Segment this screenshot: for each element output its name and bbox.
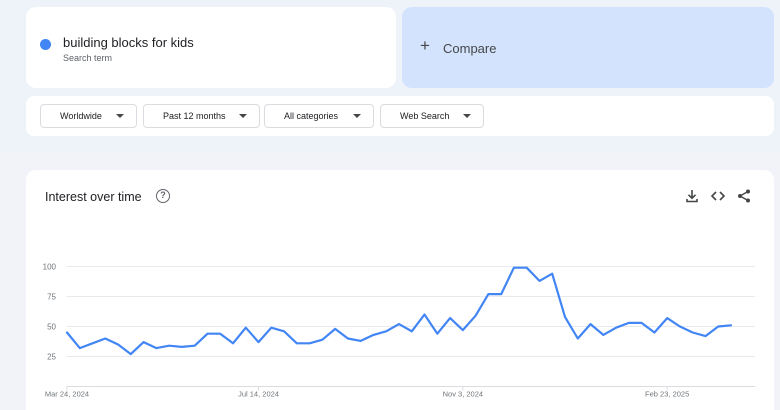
- plus-icon: +: [420, 36, 430, 55]
- filter-search-type-label: Web Search: [400, 111, 450, 121]
- caret-down-icon: [353, 114, 361, 118]
- series-line: [65, 266, 733, 356]
- caret-down-icon: [463, 114, 471, 118]
- caret-down-icon: [116, 114, 124, 118]
- x-tick-label: Nov 3, 2024: [443, 390, 483, 399]
- search-term-type: Search term: [63, 53, 113, 63]
- filter-category[interactable]: All categories: [264, 104, 374, 128]
- filter-bar: Worldwide Past 12 months All categories …: [26, 96, 774, 136]
- x-tick-label: Feb 23, 2025: [645, 390, 689, 399]
- interest-over-time-card: Interest over time ? 100 75 50 25 Mar 24, 20…: [26, 170, 774, 410]
- x-tick-label: Mar 24, 2024: [45, 390, 89, 399]
- filter-category-label: All categories: [284, 111, 339, 121]
- filter-location-label: Worldwide: [60, 111, 102, 121]
- compare-button[interactable]: + Compare: [402, 7, 774, 88]
- search-term-card[interactable]: building blocks for kids Search term: [26, 7, 396, 88]
- y-tick-label: 75: [47, 293, 56, 302]
- caret-down-icon: [239, 114, 247, 118]
- search-term-label: building blocks for kids: [63, 35, 194, 50]
- series-color-dot: [40, 39, 51, 50]
- filter-time-range[interactable]: Past 12 months: [143, 104, 260, 128]
- y-tick-label: 100: [43, 263, 57, 272]
- filter-search-type[interactable]: Web Search: [380, 104, 484, 128]
- filter-location[interactable]: Worldwide: [40, 104, 137, 128]
- compare-label: Compare: [443, 41, 497, 56]
- interest-line-chart: 100 75 50 25 Mar 24, 2024 Jul 14, 2024 Nov 3, …: [43, 263, 755, 399]
- y-tick-label: 25: [47, 353, 56, 362]
- filter-time-range-label: Past 12 months: [163, 111, 226, 121]
- x-tick-label: Jul 14, 2024: [238, 390, 279, 399]
- y-tick-label: 50: [47, 323, 56, 332]
